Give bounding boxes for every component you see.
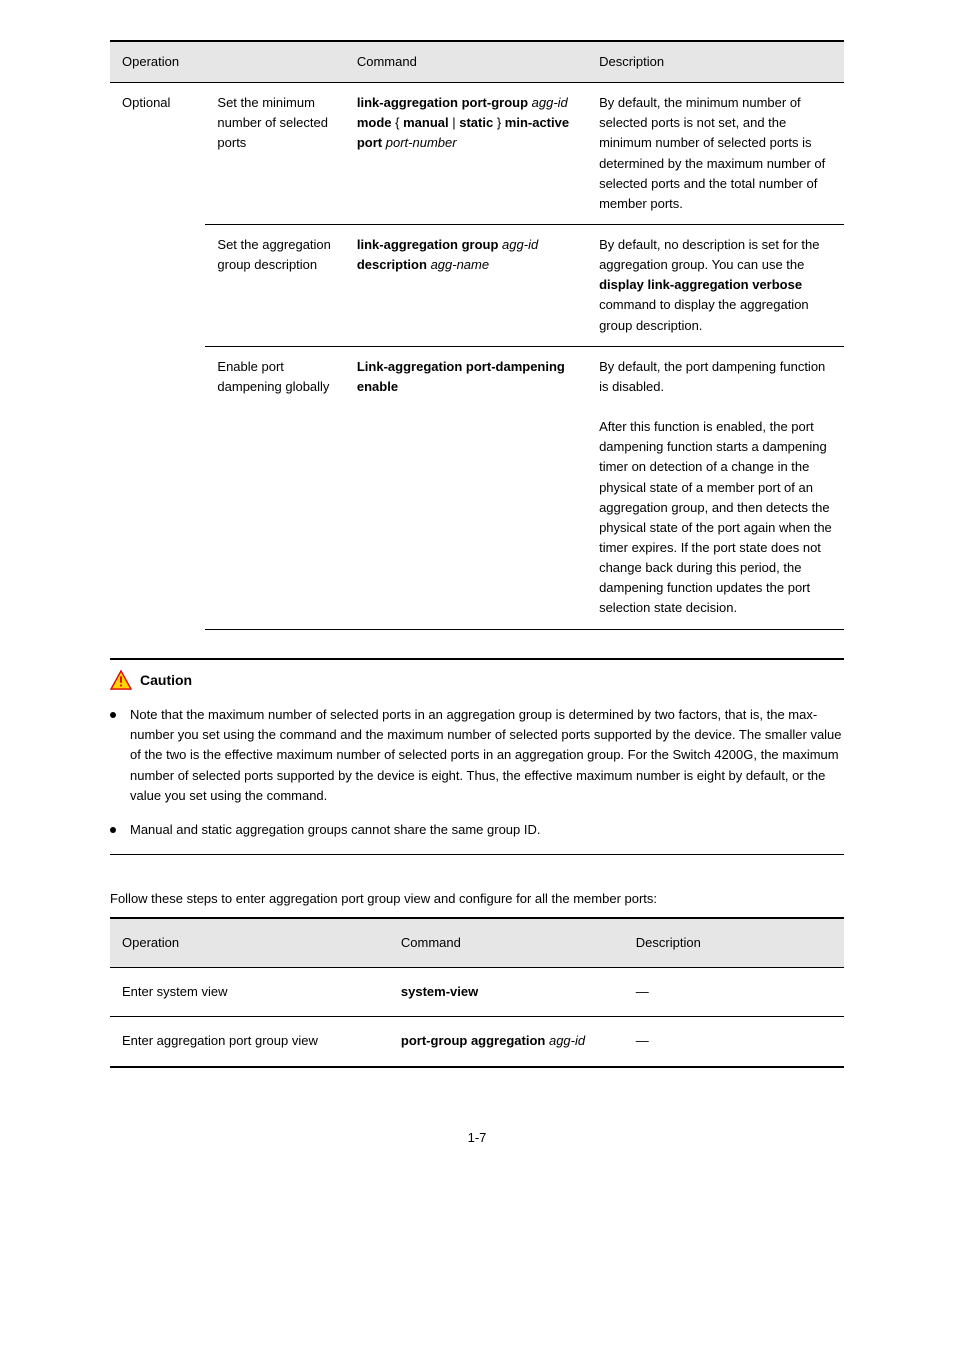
list-item: Manual and static aggregation groups can… [110,820,844,840]
caution-text: Manual and static aggregation groups can… [130,820,844,840]
t1-desc: By default, the minimum number of select… [587,83,844,225]
table-row: Enter system view system-view — [110,968,844,1017]
divider [110,658,844,660]
t1-cmd: Link-aggregation port-dampening enable [345,346,587,629]
bullet-icon [110,827,116,833]
t1-cmd: link-aggregation group agg-id descriptio… [345,224,587,346]
table-row: Enter aggregation port group view port-g… [110,1017,844,1067]
caution-label: Caution [140,670,192,692]
config-table-2: Operation Command Description Enter syst… [110,917,844,1067]
t2-h1: Operation [110,918,389,968]
t1-cmd: link-aggregation port-group agg-id mode … [345,83,587,225]
t2-h3: Description [624,918,844,968]
t1-desc: By default, no description is set for th… [587,224,844,346]
t1-op: Set the minimum number of selected ports [205,83,344,225]
t1-h1: Operation [110,41,345,83]
divider [110,854,844,855]
warning-icon [110,670,132,690]
t1-op: Enable port dampening globally [205,346,344,629]
table-row: Optional Set the minimum number of selec… [110,83,844,225]
t2-cmd: port-group aggregation agg-id [389,1017,624,1067]
t1-desc: By default, the port dampening function … [587,346,844,629]
caution-list: Note that the maximum number of selected… [110,705,844,840]
t1-h3: Description [587,41,844,83]
config-table-1: Operation Command Description Optional S… [110,40,844,630]
bullet-icon [110,712,116,718]
t2-op: Enter aggregation port group view [110,1017,389,1067]
page-number: 1-7 [110,1128,844,1148]
t2-desc: — [624,1017,844,1067]
t1-h2: Command [345,41,587,83]
list-item: Note that the maximum number of selected… [110,705,844,806]
t1-group-label: Optional [110,83,205,629]
t1-op: Set the aggregation group description [205,224,344,346]
table-row: Enable port dampening globally Link-aggr… [110,346,844,629]
t2-caption: Follow these steps to enter aggregation … [110,889,844,909]
table-row: Set the aggregation group description li… [110,224,844,346]
t2-h2: Command [389,918,624,968]
caution-text: Note that the maximum number of selected… [130,705,844,806]
caution-heading: Caution [110,670,844,692]
t2-desc: — [624,968,844,1017]
t2-op: Enter system view [110,968,389,1017]
t2-cmd: system-view [389,968,624,1017]
